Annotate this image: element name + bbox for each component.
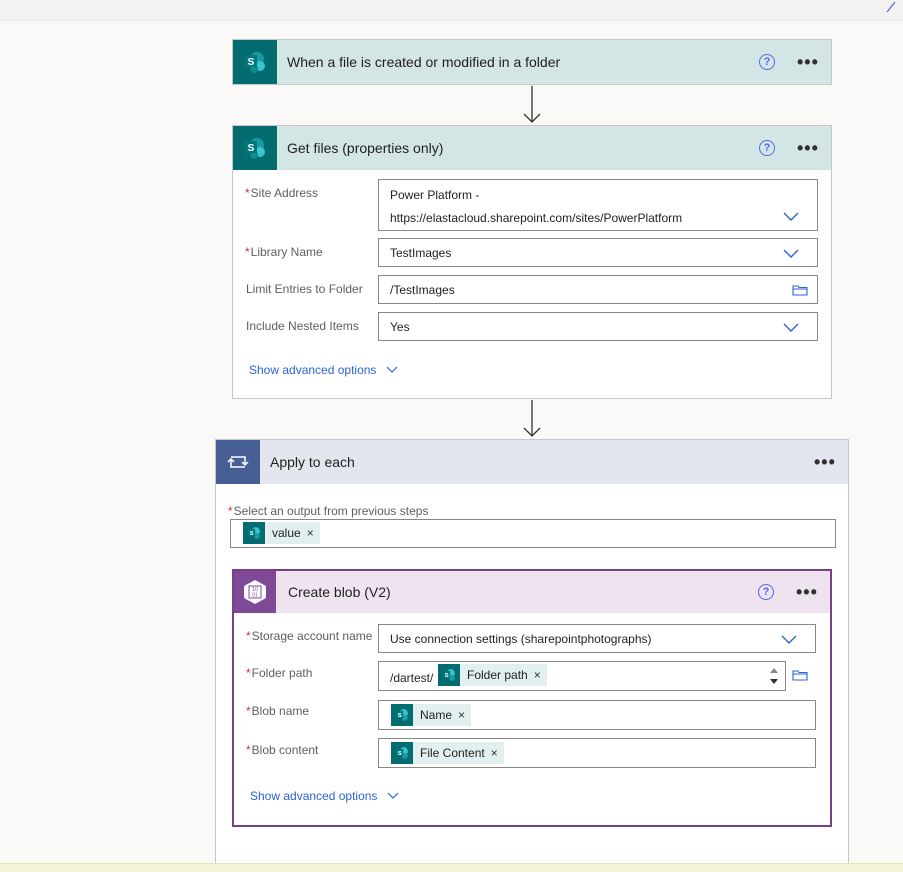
site-address-value-line2: https://elastacloud.sharepoint.com/sites…	[390, 211, 683, 225]
storage-account-value: Use connection settings (sharepointphoto…	[390, 632, 652, 646]
top-bar	[0, 0, 903, 21]
blob-content-token[interactable]: S File Content ×	[391, 742, 504, 764]
help-icon[interactable]: ?	[758, 584, 774, 600]
trigger-title: When a file is created or modified in a …	[287, 54, 561, 70]
svg-text:01: 01	[252, 593, 258, 599]
more-options-icon[interactable]: •••	[796, 583, 818, 601]
library-name-label: *Library Name	[245, 245, 323, 259]
folder-path-prefix: /dartest/	[390, 671, 434, 685]
create-blob-card[interactable]: 10 01 Create blob (V2) ? ••• *Storage ac…	[232, 569, 832, 827]
include-nested-label: Include Nested Items	[246, 319, 359, 333]
apply-to-each-card[interactable]: Apply to each ••• *Select an output from…	[215, 439, 849, 871]
sharepoint-icon: S	[243, 522, 265, 544]
value-token[interactable]: S value ×	[243, 522, 320, 544]
flow-arrow-icon	[523, 86, 541, 123]
sharepoint-icon: S	[233, 40, 277, 84]
blob-content-field[interactable]: S File Content ×	[378, 738, 816, 768]
limit-entries-value: /TestImages	[390, 283, 455, 297]
svg-text:S: S	[398, 751, 402, 757]
edit-icon[interactable]	[883, 0, 897, 14]
chevron-down-icon[interactable]	[781, 635, 797, 645]
storage-account-label: *Storage account name	[246, 629, 373, 643]
more-options-icon[interactable]: •••	[814, 453, 836, 471]
trigger-header[interactable]: S When a file is created or modified in …	[233, 40, 831, 84]
remove-token-icon[interactable]: ×	[307, 526, 320, 540]
scroll-spinner-icon[interactable]	[769, 665, 779, 687]
token-label: value	[272, 526, 301, 540]
svg-text:S: S	[398, 713, 402, 719]
limit-entries-label: Limit Entries to Folder	[246, 282, 363, 296]
chevron-down-icon	[386, 366, 398, 373]
limit-entries-field[interactable]: /TestImages	[378, 275, 818, 304]
blob-name-token[interactable]: S Name ×	[391, 704, 472, 726]
chevron-down-icon[interactable]	[783, 212, 799, 222]
get-files-header[interactable]: S Get files (properties only) ? •••	[233, 126, 831, 170]
more-options-icon[interactable]: •••	[797, 139, 819, 157]
help-icon[interactable]: ?	[759, 54, 775, 70]
apply-to-each-header[interactable]: Apply to each •••	[216, 440, 848, 484]
help-icon[interactable]: ?	[759, 140, 775, 156]
folder-path-label: *Folder path	[246, 666, 313, 680]
svg-text:S: S	[250, 531, 254, 537]
sharepoint-icon: S	[233, 126, 277, 170]
remove-token-icon[interactable]: ×	[534, 668, 547, 682]
remove-token-icon[interactable]: ×	[458, 708, 471, 722]
include-nested-dropdown[interactable]: Yes	[378, 312, 818, 341]
storage-account-dropdown[interactable]: Use connection settings (sharepointphoto…	[378, 624, 816, 653]
select-output-field[interactable]: S value ×	[230, 519, 836, 548]
show-advanced-options-link[interactable]: Show advanced options	[249, 363, 398, 377]
library-name-value: TestImages	[390, 246, 452, 260]
show-advanced-options-link[interactable]: Show advanced options	[250, 789, 399, 803]
create-blob-header[interactable]: 10 01 Create blob (V2) ? •••	[234, 571, 830, 613]
apply-to-each-title: Apply to each	[270, 454, 355, 470]
sharepoint-icon: S	[391, 704, 413, 726]
chevron-down-icon	[387, 792, 399, 799]
sharepoint-icon: S	[438, 664, 460, 686]
get-files-card[interactable]: S Get files (properties only) ? ••• *Sit…	[232, 125, 832, 399]
svg-text:S: S	[445, 673, 449, 679]
blob-content-label: *Blob content	[246, 743, 319, 757]
token-label: File Content	[420, 746, 485, 760]
trigger-card[interactable]: S When a file is created or modified in …	[232, 39, 832, 85]
library-name-dropdown[interactable]: TestImages	[378, 238, 818, 267]
get-files-title: Get files (properties only)	[287, 140, 444, 156]
remove-token-icon[interactable]: ×	[491, 746, 504, 760]
flow-arrow-icon	[523, 400, 541, 437]
select-output-label: *Select an output from previous steps	[228, 504, 429, 518]
loop-icon	[216, 440, 260, 484]
create-blob-title: Create blob (V2)	[288, 584, 391, 600]
svg-text:S: S	[248, 143, 255, 154]
folder-path-field[interactable]: /dartest/ S Folder path ×	[378, 661, 786, 691]
chevron-down-icon[interactable]	[783, 249, 799, 259]
svg-text:S: S	[248, 57, 255, 68]
include-nested-value: Yes	[390, 320, 410, 334]
token-label: Folder path	[467, 668, 528, 682]
folder-icon[interactable]	[792, 669, 808, 681]
chevron-down-icon[interactable]	[783, 323, 799, 333]
more-options-icon[interactable]: •••	[797, 53, 819, 71]
sharepoint-icon: S	[391, 742, 413, 764]
folder-path-token[interactable]: S Folder path ×	[438, 664, 547, 686]
blob-name-label: *Blob name	[246, 704, 310, 718]
token-label: Name	[420, 708, 453, 722]
site-address-value-line1: Power Platform -	[390, 188, 480, 202]
site-address-dropdown[interactable]: Power Platform - https://elastacloud.sha…	[378, 179, 818, 231]
folder-icon[interactable]	[792, 284, 808, 296]
site-address-label: *Site Address	[245, 186, 319, 200]
blob-name-field[interactable]: S Name ×	[378, 700, 816, 730]
blob-storage-icon: 10 01	[234, 571, 276, 613]
